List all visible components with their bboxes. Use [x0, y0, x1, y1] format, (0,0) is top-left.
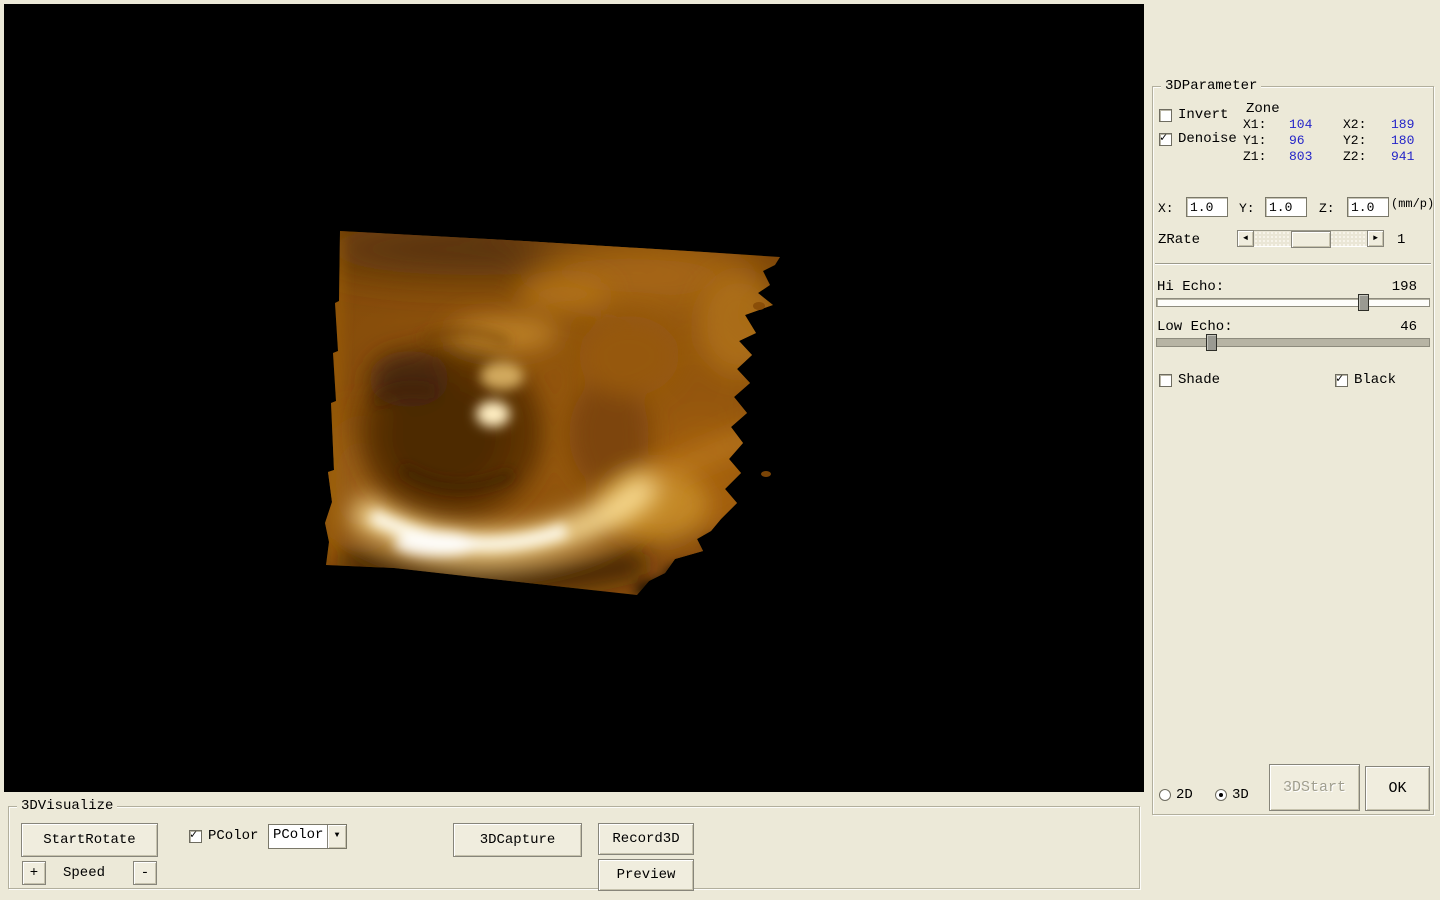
zone-values: X1: 104 X2: 189 Y1: 96 Y2: 180 Z1: 803 Z… — [1243, 117, 1440, 165]
preview-button[interactable]: Preview — [598, 859, 694, 891]
z-scale-label: Z: — [1319, 201, 1335, 216]
parameter-group-title: 3DParameter — [1161, 78, 1261, 94]
start-3d-button: 3DStart — [1269, 764, 1360, 811]
denoise-checkbox[interactable]: ✓ Denoise — [1159, 131, 1237, 147]
zone-y2-label: Y2: — [1343, 133, 1383, 149]
speed-plus-button[interactable]: + — [22, 861, 46, 885]
pcolor-dropdown[interactable]: PColor ▼ — [268, 824, 347, 849]
pcolor-checkbox[interactable]: ✓ PColor — [189, 828, 258, 844]
mode-2d-radio-circle — [1159, 789, 1171, 801]
low-echo-value: 46 — [1400, 319, 1417, 335]
pcolor-checkbox-label: PColor — [208, 828, 258, 844]
scroll-right-icon[interactable]: ► — [1367, 230, 1384, 247]
zrate-scrollbar-thumb[interactable] — [1291, 231, 1331, 248]
mode-2d-radio[interactable]: 2D — [1159, 787, 1193, 803]
zone-title: Zone — [1246, 101, 1280, 117]
start-rotate-button[interactable]: StartRotate — [21, 823, 158, 857]
record-3d-button[interactable]: Record3D — [598, 823, 694, 855]
render-viewport[interactable] — [4, 4, 1144, 792]
zone-x2-label: X2: — [1343, 117, 1383, 133]
hi-echo-value: 198 — [1392, 279, 1417, 295]
invert-checkbox-box: ✓ — [1159, 109, 1172, 122]
shade-checkbox[interactable]: ✓ Shade — [1159, 372, 1220, 388]
zrate-scrollbar-track[interactable] — [1254, 230, 1367, 247]
scroll-left-icon[interactable]: ◄ — [1237, 230, 1254, 247]
hi-echo-slider-thumb[interactable] — [1358, 294, 1369, 311]
visualize-group-title: 3DVisualize — [17, 798, 117, 814]
zrate-value: 1 — [1397, 232, 1405, 248]
zone-z2-value: 941 — [1383, 149, 1440, 165]
black-checkbox-box: ✓ — [1335, 374, 1348, 387]
denoise-checkbox-box: ✓ — [1159, 133, 1172, 146]
ultrasound-3d-render — [4, 4, 1144, 792]
scale-unit-label: (mm/p) — [1391, 197, 1434, 211]
zone-z1-label: Z1: — [1243, 149, 1281, 165]
check-icon: ✓ — [1336, 372, 1343, 387]
low-echo-slider-thumb[interactable] — [1206, 334, 1217, 351]
low-echo-slider[interactable] — [1156, 338, 1430, 347]
x-scale-label: X: — [1158, 201, 1174, 216]
pcolor-checkbox-box: ✓ — [189, 830, 202, 843]
x-scale-input[interactable] — [1186, 197, 1228, 217]
hi-echo-label: Hi Echo: — [1157, 279, 1224, 295]
zone-z2-label: Z2: — [1343, 149, 1383, 165]
zrate-scrollbar[interactable]: ◄ ► — [1237, 230, 1384, 247]
z-scale-input[interactable] — [1347, 197, 1389, 217]
speed-minus-button[interactable]: - — [133, 861, 157, 885]
pcolor-dropdown-value: PColor — [269, 825, 327, 848]
check-icon: ✓ — [190, 828, 197, 843]
shade-checkbox-label: Shade — [1178, 372, 1220, 388]
shade-checkbox-box: ✓ — [1159, 374, 1172, 387]
hi-echo-slider[interactable] — [1156, 298, 1430, 307]
separator — [1155, 263, 1431, 265]
mode-3d-radio-circle — [1215, 789, 1227, 801]
zone-x1-value: 104 — [1281, 117, 1343, 133]
chevron-down-icon: ▼ — [327, 825, 346, 848]
mode-3d-radio-label: 3D — [1232, 787, 1249, 803]
zone-x1-label: X1: — [1243, 117, 1281, 133]
parameter-group: 3DParameter ✓ Invert ✓ Denoise Zone X1: … — [1152, 86, 1434, 815]
capture-3d-button[interactable]: 3DCapture — [453, 823, 582, 857]
y-scale-input[interactable] — [1265, 197, 1307, 217]
black-checkbox-label: Black — [1354, 372, 1396, 388]
zone-x2-value: 189 — [1383, 117, 1440, 133]
zone-y1-value: 96 — [1281, 133, 1343, 149]
zone-y1-label: Y1: — [1243, 133, 1281, 149]
visualize-group: 3DVisualize StartRotate ✓ PColor PColor … — [8, 806, 1140, 889]
ok-button[interactable]: OK — [1365, 766, 1430, 811]
check-icon: ✓ — [1160, 131, 1167, 146]
black-checkbox[interactable]: ✓ Black — [1335, 372, 1396, 388]
denoise-checkbox-label: Denoise — [1178, 131, 1237, 147]
zone-y2-value: 180 — [1383, 133, 1440, 149]
low-echo-label: Low Echo: — [1157, 319, 1233, 335]
zone-z1-value: 803 — [1281, 149, 1343, 165]
mode-3d-radio[interactable]: 3D — [1215, 787, 1249, 803]
y-scale-label: Y: — [1239, 201, 1255, 216]
speed-label: Speed — [63, 865, 105, 881]
invert-checkbox[interactable]: ✓ Invert — [1159, 107, 1228, 123]
invert-checkbox-label: Invert — [1178, 107, 1228, 123]
zrate-label: ZRate — [1158, 232, 1200, 248]
mode-2d-radio-label: 2D — [1176, 787, 1193, 803]
